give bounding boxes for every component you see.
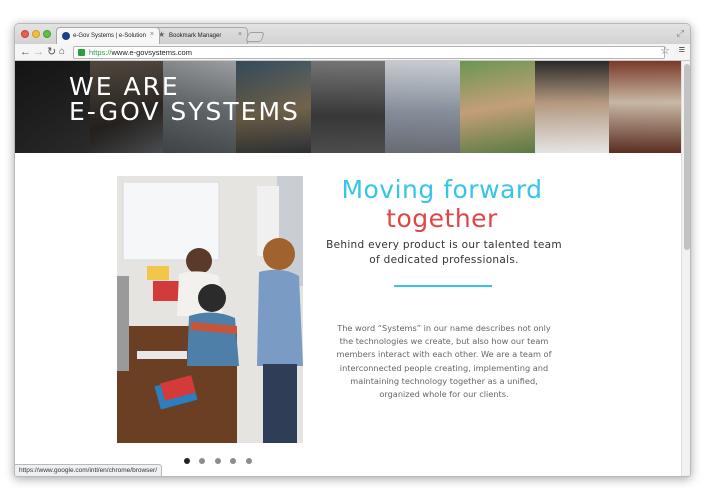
body-text: The word “Systems” in our name describes… bbox=[336, 323, 552, 400]
tab-egov-systems[interactable]: e-Gov Systems | e-Solution × bbox=[56, 27, 160, 44]
reload-icon[interactable]: ↻ bbox=[47, 45, 56, 59]
page-viewport: WE ARE E-GOV SYSTEMS Moving forward toge… bbox=[15, 61, 681, 476]
carousel-dot[interactable] bbox=[199, 458, 206, 464]
hero-title-line1: WE ARE bbox=[69, 72, 180, 101]
carousel-dot[interactable] bbox=[184, 458, 190, 464]
team-photo bbox=[117, 176, 303, 443]
scrollbar-thumb[interactable] bbox=[684, 64, 690, 250]
carousel-dots bbox=[184, 451, 257, 464]
url-host: www.e-govsystems.com bbox=[111, 48, 192, 57]
tab-bookmark-manager[interactable]: ★ Bookmark Manager × bbox=[152, 27, 248, 44]
hero-title: WE ARE E-GOV SYSTEMS bbox=[69, 74, 300, 124]
close-tab-icon[interactable]: × bbox=[238, 31, 242, 38]
star-icon[interactable]: ☆ bbox=[660, 44, 670, 57]
forward-icon[interactable]: → bbox=[33, 45, 44, 59]
close-tab-icon[interactable]: × bbox=[150, 31, 154, 38]
tab-label: Bookmark Manager bbox=[169, 33, 222, 39]
minimize-window-icon[interactable] bbox=[32, 30, 40, 38]
status-bar-url: https://www.google.com/intl/en/chrome/br… bbox=[15, 464, 163, 476]
fullscreen-icon[interactable]: ⤢ bbox=[677, 28, 684, 39]
heading-line1: Moving forward bbox=[341, 175, 543, 204]
close-window-icon[interactable] bbox=[21, 30, 29, 38]
heading-line2: together bbox=[386, 204, 498, 233]
address-bar[interactable]: https://www.e-govsystems.com bbox=[73, 46, 665, 59]
hero-title-line2: E-GOV SYSTEMS bbox=[69, 97, 300, 126]
vertical-scrollbar[interactable] bbox=[681, 61, 690, 476]
new-tab-button[interactable] bbox=[245, 32, 265, 42]
carousel-dot[interactable] bbox=[245, 458, 252, 464]
carousel-dot[interactable] bbox=[214, 458, 221, 464]
back-icon[interactable]: ← bbox=[20, 45, 31, 59]
team-photo-illustration bbox=[117, 176, 303, 443]
menu-icon[interactable]: ≡ bbox=[679, 44, 685, 56]
home-icon[interactable]: ⌂ bbox=[59, 45, 65, 59]
tab-strip: e-Gov Systems | e-Solution × ★ Bookmark … bbox=[15, 24, 690, 44]
egov-favicon-icon bbox=[62, 32, 70, 40]
browser-window: e-Gov Systems | e-Solution × ★ Bookmark … bbox=[14, 23, 691, 477]
tab-label: e-Gov Systems | e-Solution bbox=[73, 33, 146, 39]
browser-toolbar: ← → ↻ ⌂ https://www.e-govsystems.com ☆ ≡ bbox=[15, 44, 690, 61]
url-scheme: https:// bbox=[89, 48, 112, 57]
lock-icon bbox=[78, 49, 85, 56]
carousel-dot[interactable] bbox=[230, 458, 237, 464]
maximize-window-icon[interactable] bbox=[43, 30, 51, 38]
hero-banner: WE ARE E-GOV SYSTEMS bbox=[15, 61, 681, 153]
divider bbox=[394, 285, 492, 287]
subheading: Behind every product is our talented tea… bbox=[326, 239, 562, 266]
